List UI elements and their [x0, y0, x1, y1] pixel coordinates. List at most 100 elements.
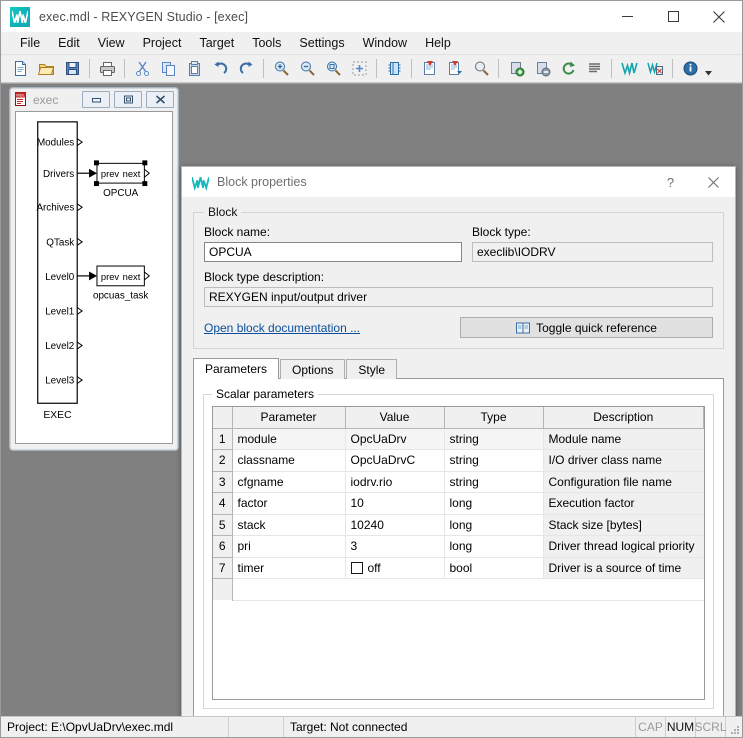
menu-item-edit[interactable]: Edit — [49, 33, 89, 53]
block-group: Block Block name: OPCUA Block type: exec… — [193, 205, 724, 349]
save-disk-icon[interactable] — [59, 57, 85, 81]
dialog-close-button[interactable] — [692, 167, 735, 197]
inspect-icon[interactable] — [468, 57, 494, 81]
cell-description: Module name — [543, 428, 704, 450]
cell-type: long — [444, 535, 544, 558]
zoom-out-icon[interactable] — [294, 57, 320, 81]
resize-grip-icon[interactable] — [726, 717, 742, 737]
dialog-help-button[interactable]: ? — [649, 167, 692, 197]
book-icon — [516, 322, 531, 333]
block-library-icon[interactable] — [381, 57, 407, 81]
window-minimize-button[interactable] — [604, 1, 650, 32]
mdi-child-window-exec: MDL exec Modules Drivers Archives QTask … — [9, 87, 179, 451]
rexygen-logo-icon — [10, 6, 30, 27]
cell-parameter[interactable]: factor — [232, 492, 346, 515]
window-maximize-button[interactable] — [650, 1, 696, 32]
cell-parameter[interactable]: pri — [232, 535, 346, 558]
open-folder-icon[interactable] — [33, 57, 59, 81]
opcuas-task-block-name: opcuas_task — [93, 291, 148, 302]
cell-value[interactable]: 3 — [345, 535, 445, 558]
print-icon[interactable] — [94, 57, 120, 81]
menu-item-project[interactable]: Project — [134, 33, 191, 53]
table-row[interactable]: 7 timer off bool Driver is a source of t… — [213, 557, 704, 579]
column-header-value[interactable]: Value — [345, 407, 445, 429]
block-properties-dialog: Block properties ? Block Block name: OPC… — [181, 166, 736, 716]
column-header-parameter[interactable]: Parameter — [232, 407, 346, 429]
tab-style[interactable]: Style — [346, 359, 398, 379]
window-close-button[interactable] — [696, 1, 742, 32]
select-all-icon[interactable] — [346, 57, 372, 81]
mdi-client-area: MDL exec Modules Drivers Archives QTask … — [1, 83, 742, 716]
cell-parameter[interactable]: stack — [232, 514, 346, 536]
redo-icon[interactable] — [233, 57, 259, 81]
paste-icon[interactable] — [181, 57, 207, 81]
table-row[interactable]: 2 classname OpcUaDrvC string I/O driver … — [213, 449, 704, 472]
menu-item-settings[interactable]: Settings — [290, 33, 353, 53]
cell-value[interactable]: iodrv.rio — [345, 471, 445, 493]
copy-icon[interactable] — [155, 57, 181, 81]
table-row[interactable]: 4 factor 10 long Execution factor — [213, 492, 704, 515]
column-header-description[interactable]: Description — [543, 407, 704, 429]
cell-parameter[interactable]: classname — [232, 449, 346, 472]
mdi-restore-button[interactable] — [114, 91, 142, 108]
block-name-input[interactable]: OPCUA — [204, 242, 462, 262]
toolbar-separator — [89, 59, 90, 78]
cell-type: string — [444, 471, 544, 493]
cell-value[interactable]: 10 — [345, 492, 445, 515]
watch-icon[interactable] — [642, 57, 668, 81]
download-icon[interactable] — [503, 57, 529, 81]
menu-item-file[interactable]: File — [11, 33, 49, 53]
toolbar-overflow-chevron-icon[interactable] — [703, 57, 714, 81]
tab-options[interactable]: Options — [280, 359, 346, 379]
diagnostics-icon[interactable] — [616, 57, 642, 81]
menu-item-view[interactable]: View — [89, 33, 134, 53]
zoom-in-icon[interactable] — [268, 57, 294, 81]
scalar-parameters-table-wrap[interactable]: Parameter Value Type Description 1 modul… — [212, 406, 705, 700]
cell-description: Driver is a source of time — [543, 557, 704, 579]
cell-value[interactable]: OpcUaDrvC — [345, 449, 445, 472]
table-row[interactable]: 6 pri 3 long Driver thread logical prior… — [213, 535, 704, 558]
dialog-titlebar: Block properties ? — [182, 167, 735, 197]
cell-parameter[interactable]: cfgname — [232, 471, 346, 493]
compile-and-download-icon[interactable] — [442, 57, 468, 81]
mdi-minimize-button[interactable] — [82, 91, 110, 108]
block-diagram-canvas[interactable]: Modules Drivers Archives QTask Level0 Le… — [15, 111, 173, 444]
compile-icon[interactable] — [416, 57, 442, 81]
mdl-document-icon: MDL — [15, 92, 26, 106]
refresh-icon[interactable] — [555, 57, 581, 81]
cell-value[interactable]: 10240 — [345, 514, 445, 536]
zoom-fit-icon[interactable] — [320, 57, 346, 81]
empty-cells — [232, 578, 704, 601]
tab-parameters[interactable]: Parameters — [193, 358, 280, 379]
table-row[interactable]: 3 cfgname iodrv.rio string Configuration… — [213, 471, 704, 493]
new-document-icon[interactable] — [7, 57, 33, 81]
cut-scissors-icon[interactable] — [129, 57, 155, 81]
cell-value[interactable]: OpcUaDrv — [345, 428, 445, 450]
cell-parameter[interactable]: module — [232, 428, 346, 450]
table-row[interactable]: 1 module OpcUaDrv string Module name — [213, 428, 704, 450]
cell-parameter[interactable]: timer — [232, 557, 346, 579]
port-label-qtask: QTask — [46, 237, 74, 248]
block-name-label: Block name: — [204, 225, 271, 239]
toggle-quick-reference-button[interactable]: Toggle quick reference — [460, 317, 713, 338]
cell-value-checkbox[interactable]: off — [345, 557, 445, 579]
menu-item-target[interactable]: Target — [190, 33, 243, 53]
open-block-documentation-link[interactable]: Open block documentation ... — [204, 321, 360, 335]
menu-item-tools[interactable]: Tools — [243, 33, 290, 53]
row-number: 6 — [213, 535, 233, 558]
cell-type: bool — [444, 557, 544, 579]
table-empty-area[interactable] — [213, 578, 704, 601]
upload-icon[interactable] — [529, 57, 555, 81]
cell-type: long — [444, 492, 544, 515]
block-type-input: execlib\IODRV — [472, 242, 713, 262]
menu-item-window[interactable]: Window — [354, 33, 416, 53]
timer-checkbox[interactable] — [350, 561, 363, 574]
menu-item-help[interactable]: Help — [416, 33, 460, 53]
about-info-icon[interactable] — [677, 57, 703, 81]
list-icon[interactable] — [581, 57, 607, 81]
undo-icon[interactable] — [207, 57, 233, 81]
table-row[interactable]: 5 stack 10240 long Stack size [bytes] — [213, 514, 704, 536]
column-header-type[interactable]: Type — [444, 407, 544, 429]
mdi-close-button[interactable] — [146, 91, 174, 108]
mdi-child-title: exec — [33, 92, 59, 107]
